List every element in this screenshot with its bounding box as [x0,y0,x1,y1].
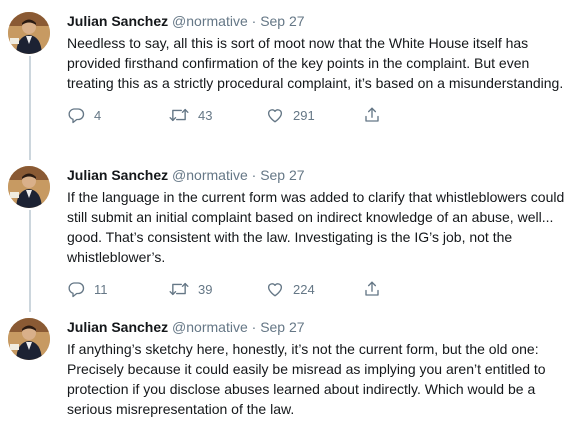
like-count: 224 [293,281,315,297]
separator: · [251,13,257,29]
reply-button[interactable]: 4 [67,105,101,125]
tweet-text: Needless to say, all this is sort of moo… [67,35,564,91]
tweet-text: If anything’s sketchy here, honestly, it… [67,341,546,417]
avatar[interactable] [8,12,50,54]
retweet-icon [169,282,189,296]
retweet-count: 39 [198,281,213,297]
tweet-date[interactable]: Sep 27 [260,13,304,29]
reply-count: 4 [94,107,102,123]
author-name[interactable]: Julian Sanchez [67,319,168,335]
reply-icon [68,282,85,298]
like-button[interactable]: 291 [266,105,315,125]
reply-button[interactable]: 11 [67,279,108,299]
retweet-button[interactable]: 43 [169,105,212,125]
separator: · [251,167,257,183]
share-button[interactable] [363,279,381,299]
author-handle[interactable]: @normative [172,319,248,335]
share-button[interactable] [363,105,381,125]
retweet-count: 43 [198,107,213,123]
tweet-actions: 11 39 224 [67,279,577,299]
separator: · [251,319,257,335]
avatar[interactable] [8,318,50,360]
like-count: 291 [293,107,315,123]
tweet-header: Julian Sanchez @normative · Sep 27 [67,318,577,336]
tweet-date[interactable]: Sep 27 [260,319,304,335]
retweet-button[interactable]: 39 [169,279,212,299]
like-button[interactable]: 224 [266,279,315,299]
heart-icon [267,283,283,297]
reply-count: 11 [94,281,108,297]
retweet-icon [169,108,189,122]
tweet-header: Julian Sanchez @normative · Sep 27 [67,166,577,184]
tweet-text: If the language in the current form was … [67,189,565,265]
tweet-actions: 4 43 291 [67,105,577,125]
heart-icon [267,109,283,123]
share-icon [365,107,379,122]
author-handle[interactable]: @normative [172,13,248,29]
author-handle[interactable]: @normative [172,167,248,183]
avatar[interactable] [8,166,50,208]
author-name[interactable]: Julian Sanchez [67,167,168,183]
share-icon [365,281,379,296]
reply-icon [68,108,85,124]
tweet-header: Julian Sanchez @normative · Sep 27 [67,12,577,30]
thread-line [29,56,31,160]
tweet-date[interactable]: Sep 27 [260,167,304,183]
thread-line [29,210,31,312]
author-name[interactable]: Julian Sanchez [67,13,168,29]
